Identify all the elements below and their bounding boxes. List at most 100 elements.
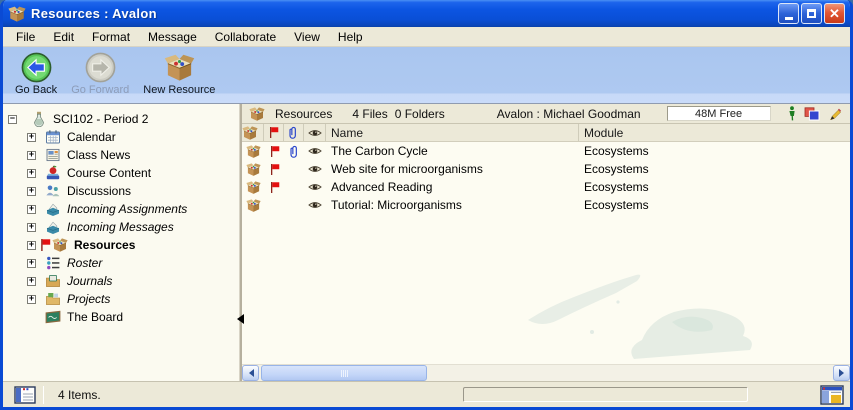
paperclip-icon xyxy=(289,145,300,158)
expand-expander-icon[interactable] xyxy=(27,151,36,160)
name-column-header[interactable]: Name xyxy=(326,124,579,141)
file-name[interactable]: Web site for microorganisms xyxy=(326,162,579,176)
attachment-column-header[interactable] xyxy=(284,124,304,141)
journals-icon xyxy=(45,273,61,289)
box-icon xyxy=(242,125,258,141)
viewed-column-header[interactable] xyxy=(304,124,326,141)
tree-item-label: Projects xyxy=(67,292,110,306)
expand-expander-icon[interactable] xyxy=(27,187,36,196)
tree-item-course-content[interactable]: Course Content xyxy=(3,164,239,182)
toolbar: Go Back Go Forward New Resource xyxy=(3,47,850,104)
maximize-button[interactable] xyxy=(801,3,822,24)
tree-item-label: Calendar xyxy=(67,130,116,144)
menu-edit[interactable]: Edit xyxy=(44,28,83,46)
menu-view[interactable]: View xyxy=(285,28,329,46)
tree-item-projects[interactable]: Projects xyxy=(3,290,239,308)
flag-column-header[interactable] xyxy=(264,124,284,141)
titlebar: Resources : Avalon ✕ xyxy=(3,0,850,27)
table-row[interactable]: Tutorial: Microorganisms Ecosystems xyxy=(242,196,850,214)
table-row[interactable]: Web site for microorganisms Ecosystems xyxy=(242,160,850,178)
tree-item-calendar[interactable]: Calendar xyxy=(3,128,239,146)
expand-expander-icon[interactable] xyxy=(27,169,36,178)
files-count: 4 Files xyxy=(352,107,387,121)
file-name[interactable]: The Carbon Cycle xyxy=(326,144,579,158)
app-icon xyxy=(8,5,26,23)
tree-item-the-board[interactable]: The Board xyxy=(3,308,239,326)
expand-expander-icon[interactable] xyxy=(27,259,36,268)
split-view-icon[interactable] xyxy=(14,386,36,404)
resources-panel: Resources 4 Files 0 Folders Avalon : Mic… xyxy=(242,104,850,381)
new-resource-button[interactable]: New Resource xyxy=(137,51,221,97)
tree-item-incoming-messages[interactable]: Incoming Messages xyxy=(3,218,239,236)
box-icon xyxy=(249,106,265,122)
tree-item-label: Resources xyxy=(74,238,135,252)
course-tree: SCI102 - Period 2 Calendar Class News Co… xyxy=(3,104,239,381)
horizontal-scrollbar[interactable] xyxy=(242,364,850,381)
statusbar-divider xyxy=(43,386,44,404)
inbox-icon xyxy=(45,219,61,235)
menu-help[interactable]: Help xyxy=(329,28,372,46)
flag-icon xyxy=(269,145,280,158)
scroll-right-button[interactable] xyxy=(833,365,850,381)
scrollbar-thumb[interactable] xyxy=(261,365,427,381)
panel-title: Resources xyxy=(275,107,332,121)
expand-expander-icon[interactable] xyxy=(27,295,36,304)
panel-header-icons xyxy=(788,106,844,121)
table-row[interactable]: Advanced Reading Ecosystems xyxy=(242,178,850,196)
projects-icon xyxy=(45,291,61,307)
menu-message[interactable]: Message xyxy=(139,28,206,46)
close-button[interactable]: ✕ xyxy=(824,3,845,24)
minimize-button[interactable] xyxy=(778,3,799,24)
menu-collaborate[interactable]: Collaborate xyxy=(206,28,285,46)
menu-file[interactable]: File xyxy=(7,28,44,46)
menu-format[interactable]: Format xyxy=(83,28,139,46)
scrollbar-track[interactable] xyxy=(259,365,833,381)
expand-expander-icon[interactable] xyxy=(27,205,36,214)
discussions-icon xyxy=(45,183,61,199)
tree-item-journals[interactable]: Journals xyxy=(3,272,239,290)
tree-item-discussions[interactable]: Discussions xyxy=(3,182,239,200)
app-window: Resources : Avalon ✕ File Edit Format Me… xyxy=(0,0,853,410)
tree-item-incoming-assignments[interactable]: Incoming Assignments xyxy=(3,200,239,218)
item-type-column-header[interactable] xyxy=(242,124,264,141)
calendar-icon xyxy=(45,129,61,145)
module-column-header[interactable]: Module xyxy=(579,126,850,140)
tree-item-label: Incoming Assignments xyxy=(67,202,187,216)
tree-item-course[interactable]: SCI102 - Period 2 xyxy=(3,110,239,128)
expand-expander-icon[interactable] xyxy=(27,223,36,232)
overlap-squares-icon[interactable] xyxy=(804,107,820,121)
flask-icon xyxy=(31,111,47,127)
expand-expander-icon[interactable] xyxy=(27,241,36,250)
pencil-icon[interactable] xyxy=(828,107,842,121)
go-forward-label: Go Forward xyxy=(71,84,129,96)
eye-icon xyxy=(308,164,322,174)
tree-item-class-news[interactable]: Class News xyxy=(3,146,239,164)
main-area: SCI102 - Period 2 Calendar Class News Co… xyxy=(3,104,850,381)
layout-view-icon[interactable] xyxy=(820,385,844,405)
eye-icon xyxy=(308,146,322,156)
tree-item-label: Discussions xyxy=(67,184,131,198)
flag-icon xyxy=(269,181,280,194)
eye-icon xyxy=(308,182,322,192)
tree-item-label: Journals xyxy=(67,274,112,288)
window-title: Resources : Avalon xyxy=(31,6,776,21)
tree-item-resources[interactable]: Resources xyxy=(3,236,239,254)
collapse-expander-icon[interactable] xyxy=(8,115,17,124)
maximize-icon xyxy=(807,9,816,18)
expand-expander-icon[interactable] xyxy=(27,133,36,142)
person-icon[interactable] xyxy=(788,106,796,121)
flag-icon xyxy=(269,163,280,176)
table-row[interactable]: The Carbon Cycle Ecosystems xyxy=(242,142,850,160)
tree-item-roster[interactable]: Roster xyxy=(3,254,239,272)
go-forward-button: Go Forward xyxy=(65,51,135,97)
file-name[interactable]: Tutorial: Microorganisms xyxy=(326,198,579,212)
file-name[interactable]: Advanced Reading xyxy=(326,180,579,194)
tree-item-label: Roster xyxy=(67,256,102,270)
tree-item-label: The Board xyxy=(67,310,123,324)
menubar: File Edit Format Message Collaborate Vie… xyxy=(3,27,850,47)
eye-icon xyxy=(308,128,322,138)
scroll-left-button[interactable] xyxy=(242,365,259,381)
statusbar: 4 Items. xyxy=(3,381,850,407)
go-back-button[interactable]: Go Back xyxy=(9,51,63,97)
expand-expander-icon[interactable] xyxy=(27,277,36,286)
